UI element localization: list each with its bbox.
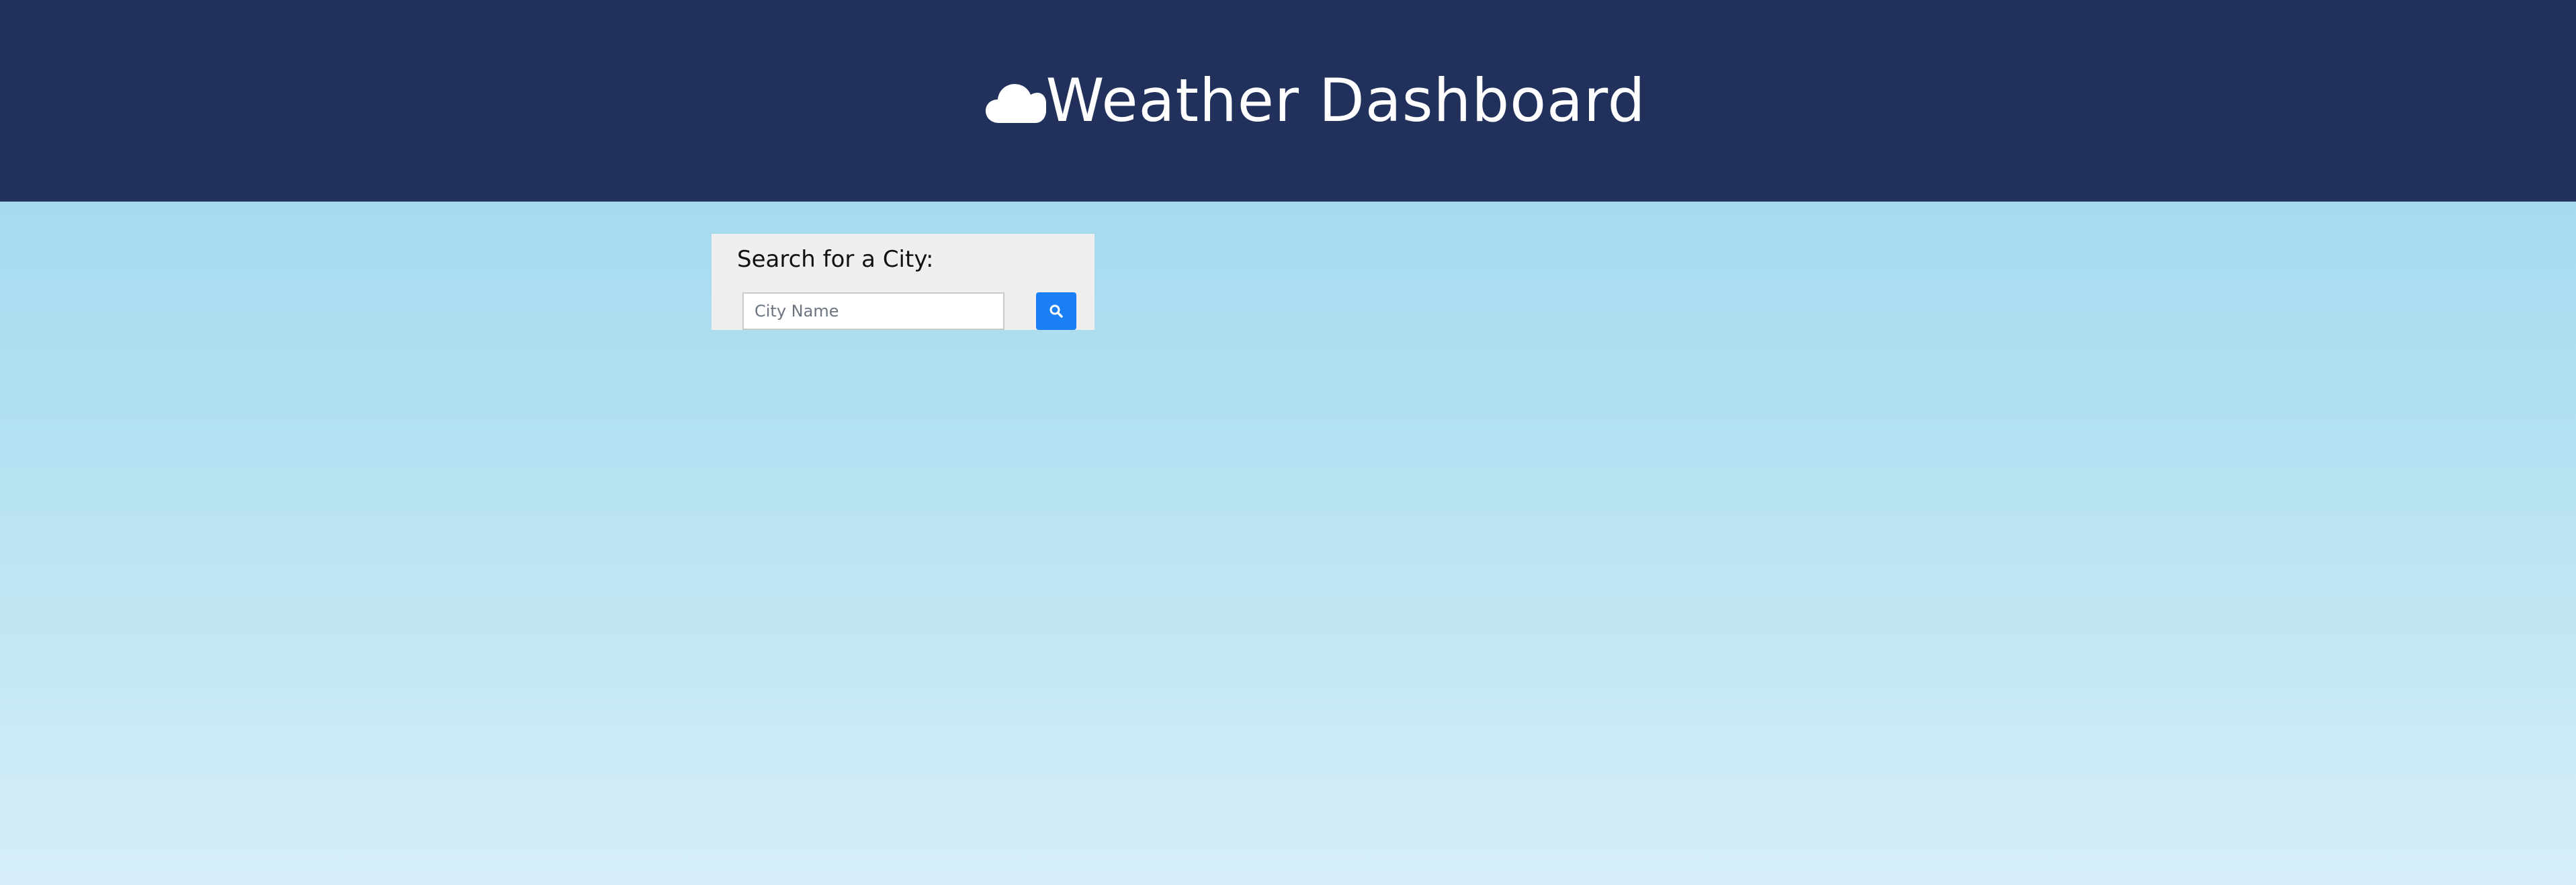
page-title: Weather Dashboard xyxy=(1045,66,1646,135)
app-header: Weather Dashboard xyxy=(0,0,2576,202)
search-icon xyxy=(1048,303,1064,319)
city-search-input[interactable] xyxy=(742,292,1004,330)
header-title-group: Weather Dashboard xyxy=(984,71,1646,130)
cloud-icon xyxy=(984,77,1046,124)
search-panel: Search for a City: xyxy=(712,234,1094,330)
search-heading: Search for a City: xyxy=(737,246,934,273)
search-button[interactable] xyxy=(1036,292,1076,330)
